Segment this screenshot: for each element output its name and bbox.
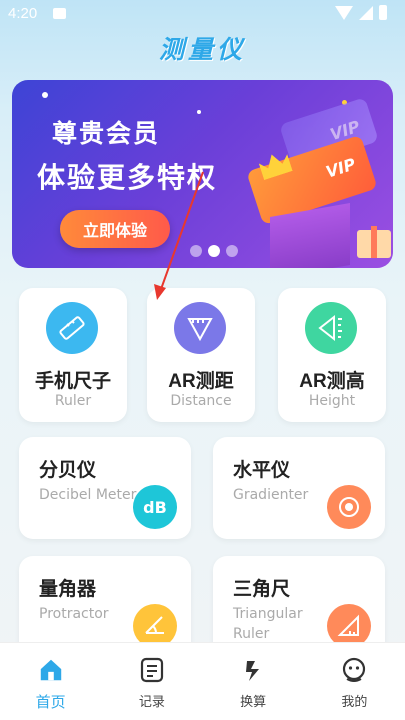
profile-icon bbox=[341, 657, 367, 683]
level-icon bbox=[327, 485, 371, 529]
signal-icon bbox=[359, 5, 373, 20]
tool-subtitle: Decibel Meter bbox=[39, 487, 137, 503]
confetti-decoration bbox=[197, 110, 201, 114]
banner-title-line1: 尊贵会员 bbox=[52, 119, 161, 148]
carousel-dot-active[interactable] bbox=[208, 245, 220, 257]
nav-label: 我的 bbox=[341, 695, 368, 710]
status-bar: 4:20 bbox=[0, 0, 405, 28]
tool-name: AR测距 bbox=[168, 371, 234, 392]
tool-card-ruler[interactable]: 手机尺子 Ruler bbox=[19, 288, 127, 422]
tool-name: 量角器 bbox=[39, 578, 97, 600]
convert-icon bbox=[240, 657, 266, 683]
record-icon bbox=[139, 657, 165, 683]
tool-subtitle: Height bbox=[308, 393, 356, 409]
gift-ribbon-decoration bbox=[371, 226, 377, 258]
carousel-dot[interactable] bbox=[190, 245, 202, 257]
carousel-dot[interactable] bbox=[226, 245, 238, 257]
nav-label: 首页 bbox=[35, 693, 66, 711]
decibel-icon: dB bbox=[133, 485, 177, 529]
nav-label: 记录 bbox=[138, 695, 165, 710]
try-now-button[interactable]: 立即体验 bbox=[60, 210, 170, 248]
status-icons bbox=[335, 5, 387, 20]
tool-subtitle: Gradienter bbox=[233, 487, 309, 503]
battery-icon bbox=[379, 5, 387, 20]
app-title: 测量仪 bbox=[158, 35, 246, 64]
bottom-navigation: 首页 记录 换算 我的 bbox=[0, 642, 405, 720]
carousel-indicator bbox=[190, 245, 238, 257]
nav-label: 换算 bbox=[240, 695, 267, 710]
tool-subtitle: Protractor bbox=[39, 606, 109, 622]
tool-card-gradienter[interactable]: 水平仪 Gradienter bbox=[213, 437, 385, 539]
tool-subtitle: Triangular Ruler bbox=[233, 606, 303, 642]
vip-card-label: VIP bbox=[323, 154, 358, 182]
tool-card-distance[interactable]: AR测距 Distance bbox=[147, 288, 255, 422]
tool-name: 三角尺 bbox=[233, 578, 291, 600]
tool-subtitle: Ruler bbox=[54, 393, 92, 409]
nav-convert[interactable]: 换算 bbox=[203, 643, 304, 720]
confetti-decoration bbox=[42, 92, 48, 98]
tool-name: 分贝仪 bbox=[39, 459, 97, 481]
ruler-icon bbox=[46, 302, 98, 354]
tool-card-decibel[interactable]: 分贝仪 Decibel Meter dB bbox=[19, 437, 191, 539]
tool-name: 手机尺子 bbox=[34, 371, 111, 392]
tool-subtitle: Distance bbox=[170, 393, 232, 409]
nav-home[interactable]: 首页 bbox=[0, 643, 101, 720]
height-icon bbox=[305, 302, 357, 354]
tool-card-height[interactable]: AR测高 Height bbox=[278, 288, 386, 422]
home-icon bbox=[38, 657, 64, 683]
tool-name: 水平仪 bbox=[233, 459, 291, 481]
banner-title-line2: 体验更多特权 bbox=[37, 161, 218, 194]
vip-banner[interactable]: 尊贵会员 体验更多特权 立即体验 VIP VIP bbox=[12, 80, 393, 268]
nav-record[interactable]: 记录 bbox=[101, 643, 202, 720]
wifi-icon bbox=[335, 5, 353, 20]
protractor-distance-icon bbox=[174, 302, 226, 354]
nav-profile[interactable]: 我的 bbox=[304, 643, 405, 720]
status-time: 4:20 bbox=[8, 5, 38, 22]
photo-notification-icon bbox=[53, 8, 66, 19]
tool-name: AR测高 bbox=[299, 371, 365, 392]
